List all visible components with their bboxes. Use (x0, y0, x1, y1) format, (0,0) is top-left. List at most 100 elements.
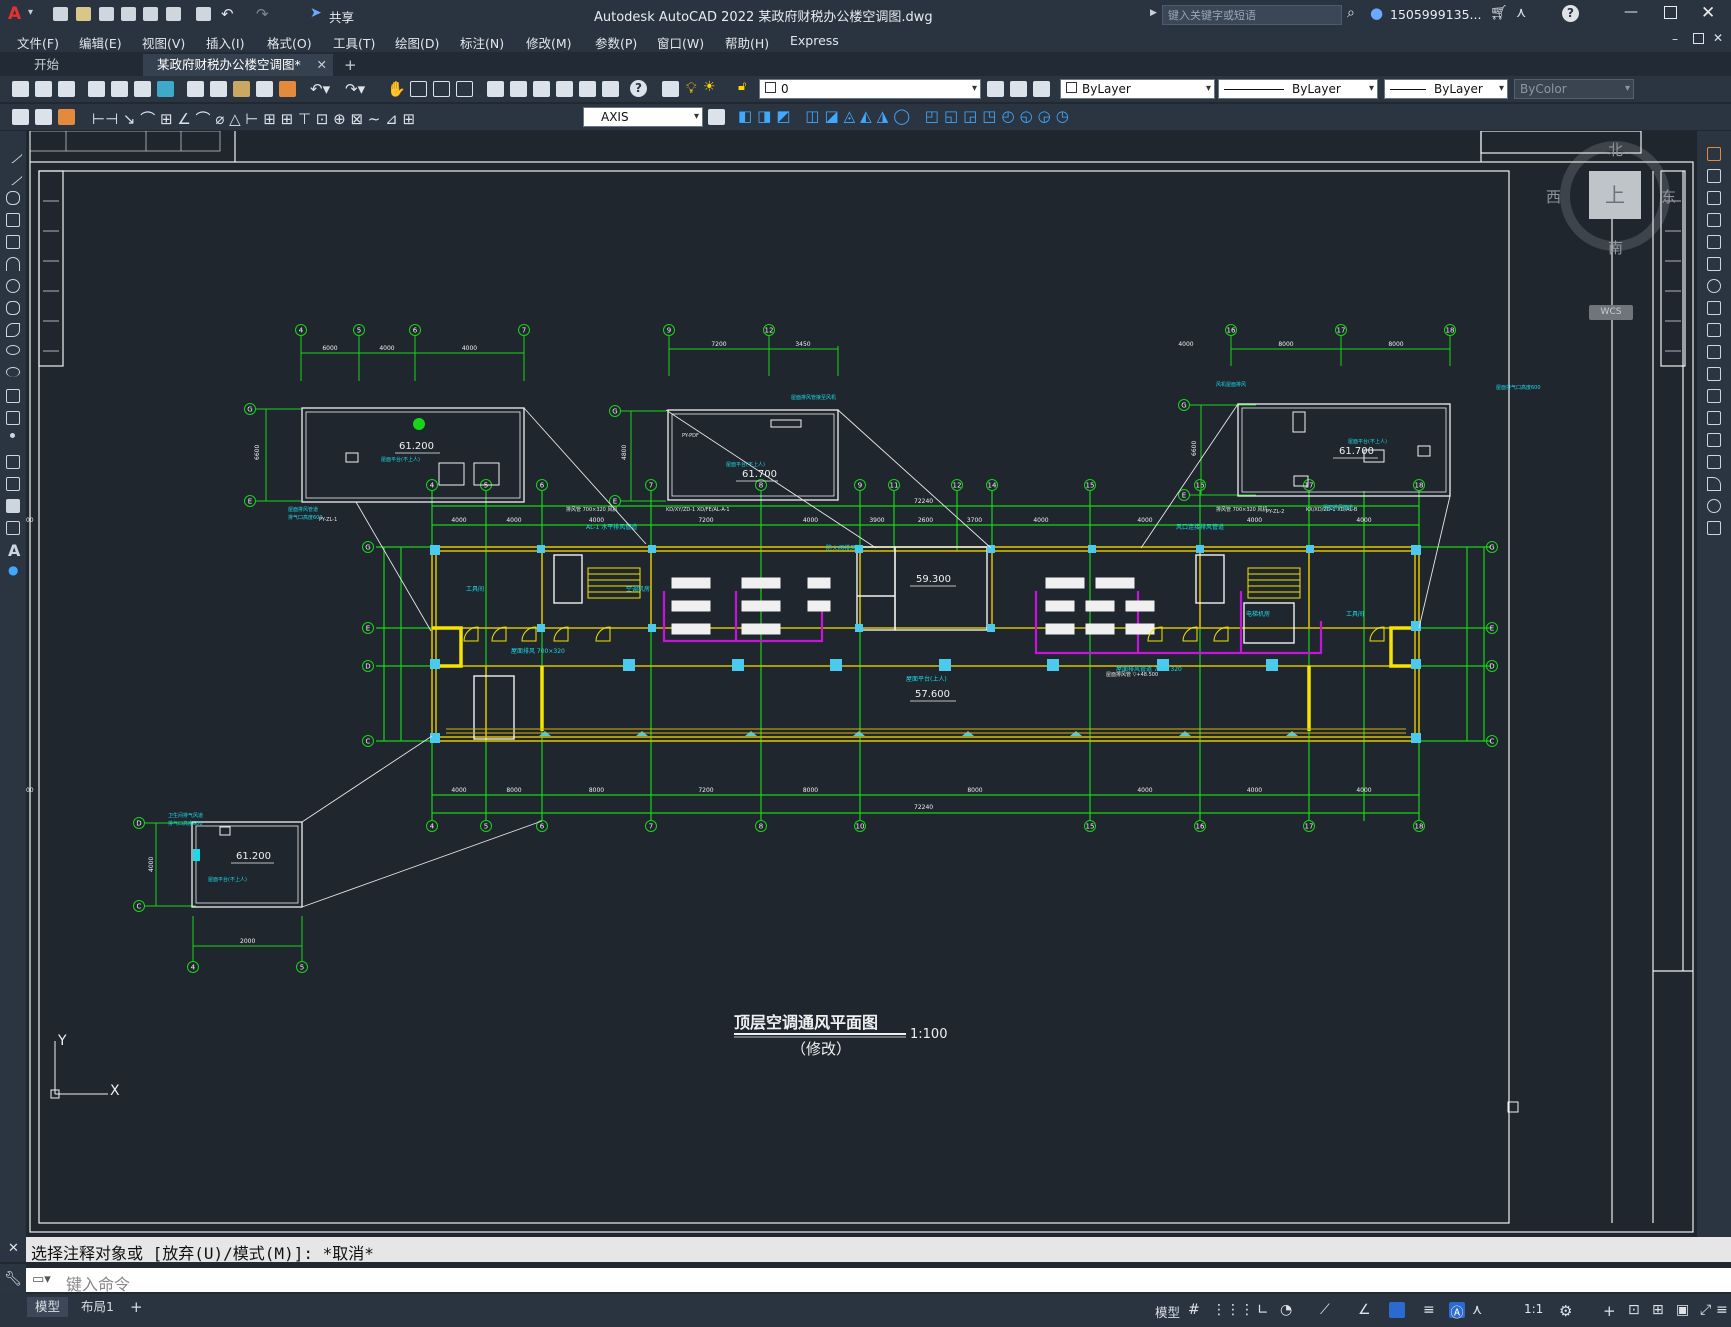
mirror-icon[interactable] (1707, 191, 1721, 205)
menu-dimension[interactable]: 标注(N) (460, 33, 504, 52)
zoom-realtime-icon[interactable] (410, 81, 427, 97)
array-icon[interactable] (1707, 235, 1721, 249)
arc-icon[interactable] (6, 257, 20, 271)
blend-icon[interactable] (1707, 499, 1721, 513)
menu-edit[interactable]: 编辑(E) (79, 33, 122, 52)
offset-icon[interactable] (1707, 213, 1721, 227)
explode-icon[interactable] (1707, 521, 1721, 535)
polar-icon[interactable]: ◔ (1280, 1302, 1296, 1318)
menu-tools[interactable]: 工具(T) (333, 33, 375, 52)
tab-layout1[interactable]: 布局1 (73, 1297, 122, 1317)
linetype-dropdown[interactable]: ByLayer ▾ (1218, 79, 1378, 99)
layer-properties-icon[interactable] (662, 81, 679, 97)
isodraft-icon[interactable]: ⟋ (1320, 1302, 1336, 1318)
redo-icon[interactable]: ↷ (256, 5, 269, 23)
xline-icon[interactable] (3, 166, 23, 186)
ortho-icon[interactable]: ∟ (1257, 1302, 1273, 1318)
match-prop-icon[interactable] (256, 81, 273, 97)
layer-dropdown[interactable]: 0 ▾ (759, 79, 981, 99)
scale-icon[interactable] (1707, 301, 1721, 315)
preview-icon[interactable] (111, 81, 128, 97)
layer-state-icon[interactable] (1033, 81, 1050, 97)
break-at-point-icon[interactable] (1707, 411, 1721, 425)
help-tb-icon[interactable]: ? (630, 80, 647, 97)
annotation-monitor-icon[interactable]: + (1603, 1302, 1619, 1320)
command-recent-icon[interactable]: ▭▾ (32, 1272, 51, 1287)
zoom-window-icon[interactable] (433, 81, 450, 97)
trim-icon[interactable] (1707, 345, 1721, 359)
undo-icon[interactable]: ↶ (221, 5, 234, 23)
viewcube-south[interactable]: 南 (1608, 237, 1623, 258)
break-icon[interactable] (1707, 389, 1721, 403)
units-icon[interactable]: ⊡ (1628, 1302, 1644, 1318)
save-tb-icon[interactable] (58, 81, 75, 97)
dimstyle-dropdown[interactable]: AXIS ▾ (583, 107, 703, 127)
insert-block-icon[interactable] (6, 389, 20, 403)
command-input[interactable]: ▭▾ 键入命令 (26, 1268, 1731, 1294)
sheet-set-icon[interactable] (556, 81, 573, 97)
copy-object-icon[interactable] (1707, 169, 1721, 183)
lineweight-icon[interactable]: ≡ (1423, 1302, 1439, 1318)
menu-express[interactable]: Express (790, 33, 839, 48)
share-icon[interactable]: ➤ (310, 5, 322, 21)
quick-properties-icon[interactable]: ⊞ (1652, 1302, 1668, 1318)
hardware-accel-icon[interactable]: ▣ (1676, 1302, 1692, 1318)
ellipse-arc-icon[interactable] (6, 367, 20, 377)
dim-linear-icon[interactable]: ⊢⊣ ↘ ⌒ ⊞ ∠ ⌒ ⌀ △ ⊢ ⊞ ⊞ ⊤ ⊡ ⊕ ⊠ ∼ ⊿ ⊞ (92, 108, 415, 129)
save-icon[interactable] (99, 7, 114, 21)
search-input[interactable]: 键入关键字或短语 (1162, 5, 1342, 25)
3d-print-icon[interactable] (157, 81, 174, 97)
open-icon[interactable] (35, 81, 52, 97)
menu-modify[interactable]: 修改(M) (526, 33, 572, 52)
menu-help[interactable]: 帮助(H) (725, 33, 769, 52)
autodesk-a360-icon[interactable]: ⋏ (1516, 5, 1526, 21)
command-close-icon[interactable]: ✕ (8, 1241, 19, 1256)
plot-icon[interactable] (196, 7, 211, 21)
viewcube-west[interactable]: 西 (1546, 186, 1561, 207)
search-expand-icon[interactable]: ▶ (1150, 8, 1157, 18)
rectangle-icon[interactable] (6, 235, 20, 249)
annotation-autoscale-icon[interactable]: ⋏ (1472, 1302, 1488, 1318)
extend-icon[interactable] (1707, 367, 1721, 381)
make-block-icon[interactable] (6, 411, 20, 425)
mtext-icon[interactable]: A (8, 541, 20, 560)
move-icon[interactable] (1707, 257, 1721, 271)
model-space-button[interactable]: 模型 (1155, 1302, 1180, 1321)
chamfer-icon[interactable] (1707, 455, 1721, 469)
open-web-icon[interactable] (143, 7, 158, 21)
make-current-icon[interactable] (987, 81, 1004, 97)
minimize-icon[interactable]: — (1624, 4, 1638, 20)
redo-tb-icon[interactable]: ↷▾ (345, 80, 365, 98)
doc-minimize-icon[interactable]: – (1672, 32, 1678, 46)
customization-icon[interactable]: ≡ (1716, 1302, 1731, 1318)
polyline-icon[interactable] (6, 191, 20, 205)
gradient-icon[interactable] (6, 477, 20, 491)
menu-insert[interactable]: 插入(I) (206, 33, 244, 52)
region-icon[interactable] (6, 499, 20, 513)
user-name[interactable]: 1505999135... (1390, 7, 1481, 22)
design-center-icon[interactable] (510, 81, 527, 97)
workspace-gear-icon[interactable]: ⚙ (1559, 1302, 1575, 1320)
help-icon[interactable]: ? (1562, 5, 1579, 22)
menu-view[interactable]: 视图(V) (142, 33, 185, 52)
add-layout-plus-icon[interactable]: + (122, 1297, 151, 1317)
revcloud-icon[interactable] (6, 301, 20, 315)
tab-model[interactable]: 模型 (27, 1297, 69, 1317)
new-tab-plus-icon[interactable]: + (330, 54, 371, 76)
rotate-icon[interactable] (1707, 279, 1721, 293)
save-as-icon[interactable] (121, 7, 136, 21)
polygon-icon[interactable] (6, 213, 20, 227)
search-icon[interactable]: ⌕ (1347, 5, 1355, 21)
calculator-icon[interactable] (602, 81, 619, 97)
viewcube-north[interactable]: 北 (1608, 139, 1623, 160)
object-snap-tracking-icon[interactable]: ∠ (1358, 1302, 1374, 1318)
annotate-icon[interactable] (12, 109, 29, 125)
share-button[interactable]: 共享 (329, 7, 354, 26)
menu-draw[interactable]: 绘图(D) (395, 33, 439, 52)
cut-icon[interactable] (187, 81, 204, 97)
spline-icon[interactable] (6, 323, 20, 337)
tab-start[interactable]: 开始 (20, 54, 148, 76)
doc-close-icon[interactable]: ✕ (1713, 31, 1723, 45)
layer-previous-icon[interactable] (1010, 81, 1027, 97)
hatch-icon[interactable] (6, 455, 20, 469)
